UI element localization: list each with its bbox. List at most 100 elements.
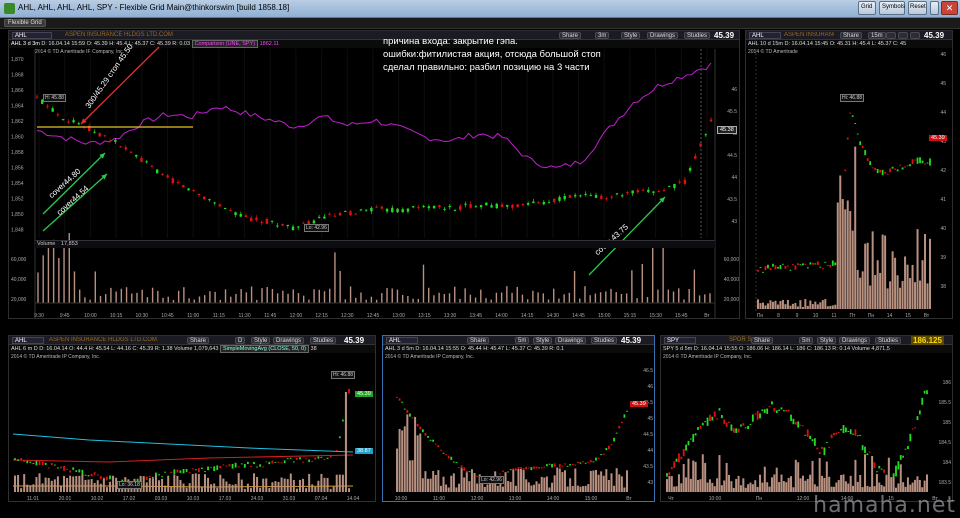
candle-body xyxy=(738,429,740,433)
volume-bar xyxy=(605,291,606,303)
volume-bar xyxy=(671,476,673,492)
x-tick: 11:30 xyxy=(238,313,250,319)
candle-body xyxy=(401,402,403,403)
bm-chart-canvas[interactable]: 46.54645.54544.54443.54310:0011:0012:001… xyxy=(383,336,655,502)
volume-bar xyxy=(189,483,191,492)
volume-bar xyxy=(905,487,907,492)
candle-body xyxy=(590,195,592,196)
volume-bar xyxy=(17,475,19,492)
volume-label: Volume xyxy=(37,241,55,247)
candle-body xyxy=(448,456,450,459)
candle-body xyxy=(438,205,440,207)
grid-toolbar: Flexible Grid xyxy=(0,18,960,29)
x-tick: 14:15 xyxy=(521,313,534,319)
candle-body xyxy=(419,427,421,430)
candle-body xyxy=(321,457,323,458)
volume-bar xyxy=(97,480,99,492)
volume-bar xyxy=(666,479,668,492)
candle-body xyxy=(250,466,252,467)
candle-body xyxy=(499,474,501,475)
volume-bar xyxy=(204,295,205,303)
y-tick: 185 xyxy=(943,420,952,426)
candle-body xyxy=(909,164,911,166)
candle-body xyxy=(417,207,419,208)
volume-bar xyxy=(244,489,246,492)
y-tick: 43 xyxy=(647,480,653,486)
candle-body xyxy=(173,469,175,474)
candle-body xyxy=(224,208,226,209)
volume-bar xyxy=(319,290,320,303)
candle-body xyxy=(849,113,851,114)
spy-comparison-line xyxy=(37,63,711,168)
volume-bar xyxy=(852,231,854,309)
candle-body xyxy=(834,262,836,265)
candle-body xyxy=(864,447,866,453)
candle-body xyxy=(156,170,158,174)
candle-body xyxy=(512,468,514,469)
minimize-button[interactable] xyxy=(930,1,939,15)
close-button[interactable]: ✕ xyxy=(941,1,958,15)
volume-bar xyxy=(867,243,869,309)
candle-body xyxy=(94,472,96,474)
candle-body xyxy=(344,211,346,212)
candle-body xyxy=(520,467,522,469)
main-chart-canvas[interactable]: 1,8701,8681,8661,8641,8621,8601,8581,856… xyxy=(9,31,740,319)
candle-body xyxy=(287,458,289,459)
volume-bar xyxy=(699,479,701,492)
volume-bar xyxy=(37,272,38,303)
volume-bar xyxy=(155,475,157,492)
candle-body xyxy=(502,471,504,472)
volume-bar xyxy=(579,487,581,492)
volume-bar xyxy=(559,468,561,492)
br-chart-canvas[interactable]: 186185.5185184.5184183.5Чт10:00Пн12:0014… xyxy=(661,336,953,502)
x-tick: 14.04 xyxy=(347,496,360,502)
volume-bar xyxy=(779,301,781,309)
candle-body xyxy=(198,468,200,472)
x-tick: 12:15 xyxy=(315,313,328,319)
x-tick: 10:00 xyxy=(395,496,408,502)
candle-body xyxy=(140,158,142,162)
volume-bar xyxy=(417,435,419,492)
candle-body xyxy=(510,469,512,470)
volume-bar xyxy=(453,473,455,492)
volume-bar xyxy=(807,479,809,492)
bl-chart-canvas[interactable]: 11.0120.0110.0217.0203.0310.0317.0324.03… xyxy=(9,336,376,502)
candle-body xyxy=(78,469,80,472)
candle-body xyxy=(926,390,928,394)
candle-body xyxy=(308,459,310,461)
volume-bar xyxy=(449,293,450,303)
volume-bar xyxy=(919,281,921,309)
candle-body xyxy=(621,422,623,423)
candle-body xyxy=(564,463,566,464)
volume-bar xyxy=(506,286,507,303)
candle-body xyxy=(721,415,723,418)
x-tick: 15:30 xyxy=(649,313,662,319)
volume-bar xyxy=(486,484,488,492)
candle-body xyxy=(23,461,25,462)
volume-bar xyxy=(433,295,434,303)
volume-bar xyxy=(797,306,799,309)
volume-bar xyxy=(527,299,528,303)
volume-bar xyxy=(883,486,885,492)
candle-body xyxy=(809,436,811,439)
x-tick: 10 xyxy=(813,313,819,319)
volume-bar xyxy=(869,286,871,309)
candle-body xyxy=(882,170,884,175)
x-tick: 14:00 xyxy=(547,496,560,502)
volume-bar xyxy=(209,291,210,303)
low-label: Lo: 36.18 xyxy=(117,481,142,489)
volume-bar xyxy=(162,298,163,303)
tr-chart-canvas[interactable]: 464544434241403938Пн891011ПтПн1415Вт xyxy=(746,31,953,319)
volume-bar xyxy=(662,243,663,303)
volume-bar xyxy=(709,293,710,303)
volume-bar xyxy=(897,483,899,492)
candle-body xyxy=(412,417,414,418)
candle-body xyxy=(705,134,707,135)
tab-flexible-grid[interactable]: Flexible Grid xyxy=(4,19,46,27)
volume-bar xyxy=(121,289,122,303)
volume-bar xyxy=(437,470,439,492)
volume-bar xyxy=(327,478,329,492)
candle-body xyxy=(577,462,579,463)
volume-bar xyxy=(909,485,911,492)
candle-body xyxy=(210,467,212,468)
